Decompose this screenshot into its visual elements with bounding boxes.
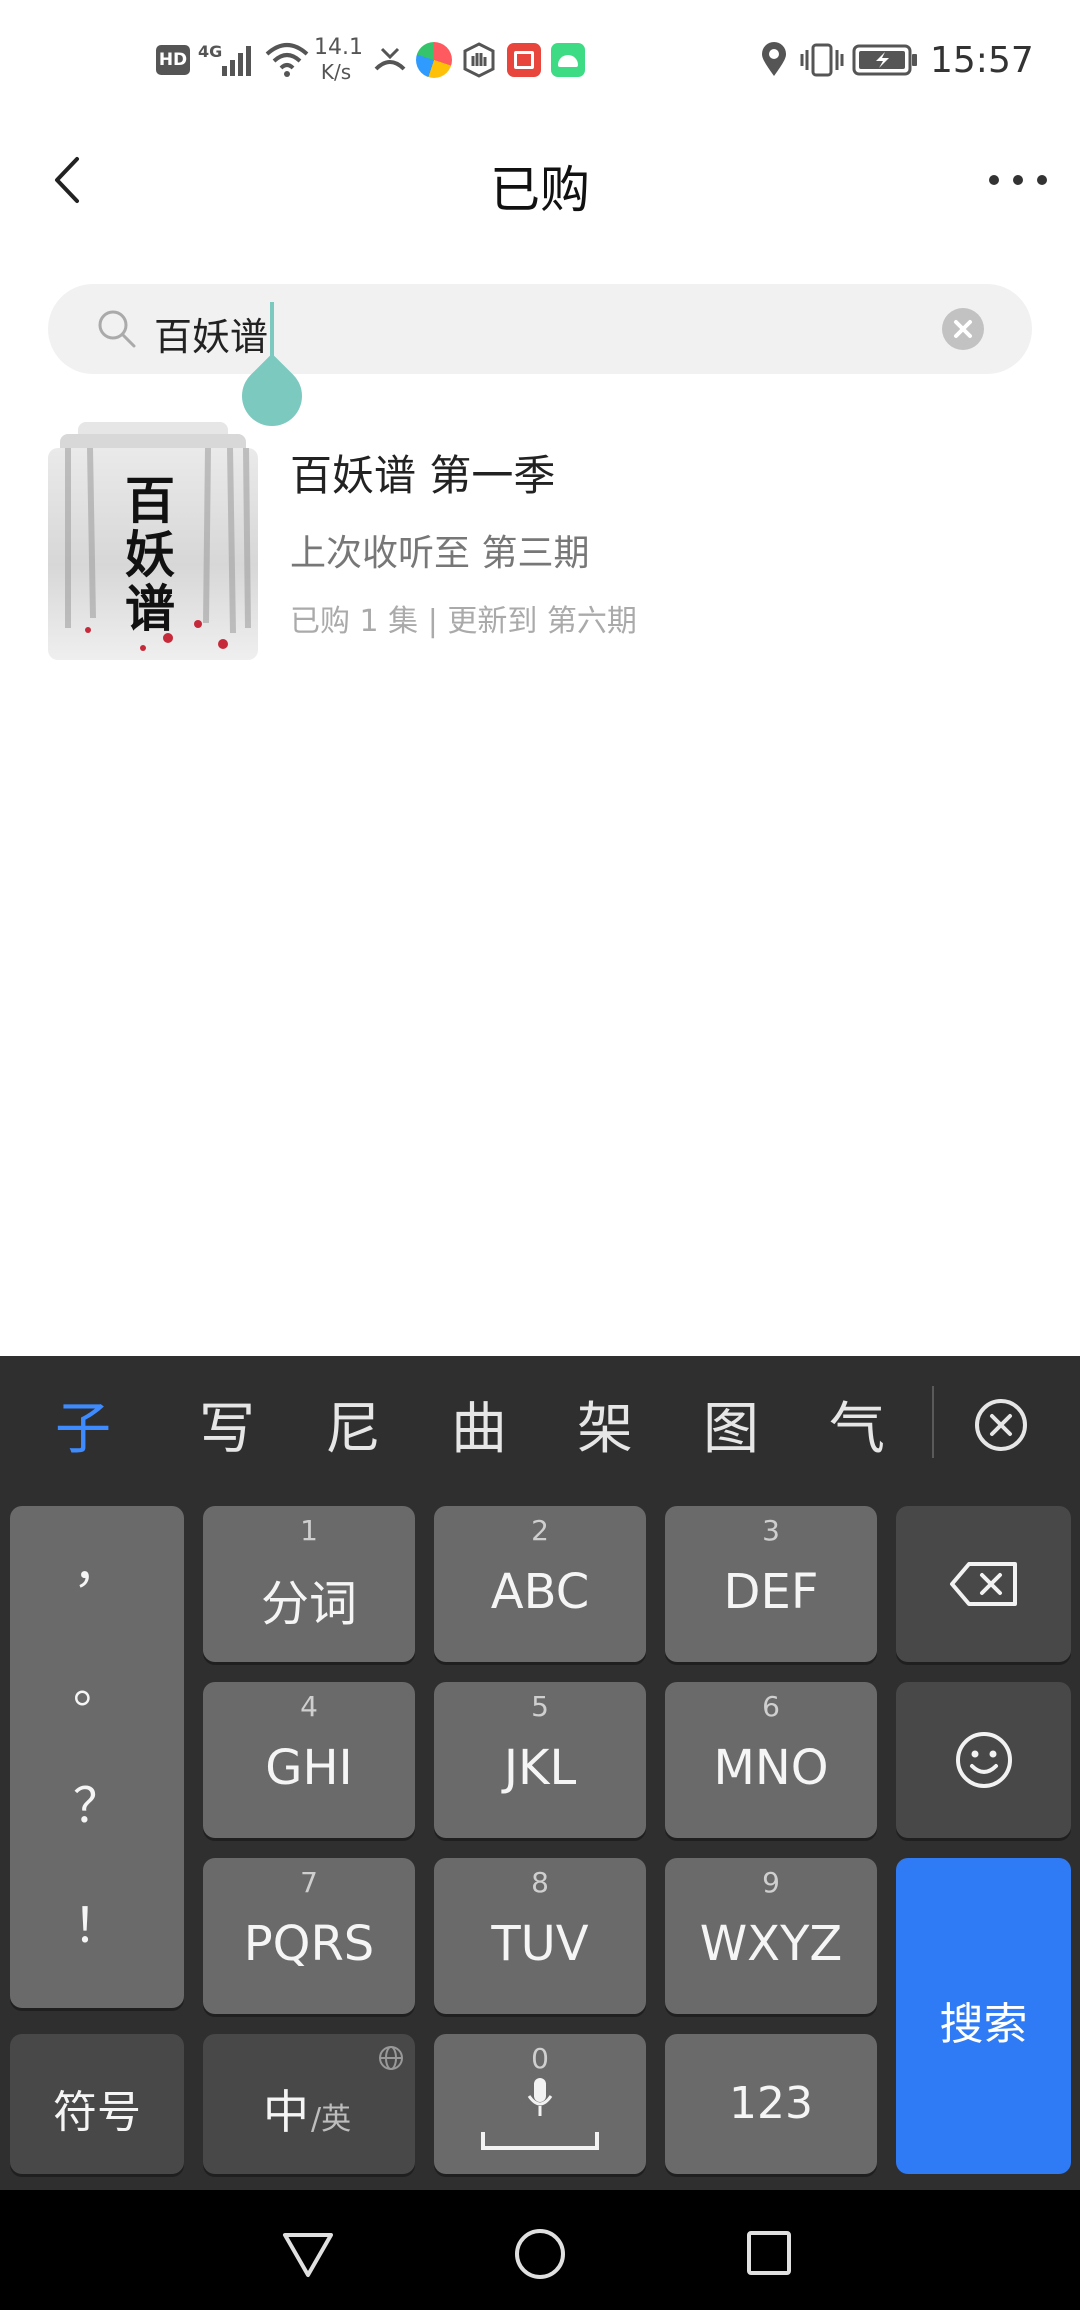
shield-app-icon: [460, 40, 498, 80]
candidate-4[interactable]: 曲: [424, 1384, 534, 1465]
more-button[interactable]: [978, 158, 1058, 202]
location-icon: [758, 40, 790, 80]
home-circle-icon[interactable]: [512, 2226, 568, 2282]
close-candidates-button[interactable]: [972, 1396, 1030, 1454]
hd-icon: HD: [156, 40, 190, 80]
back-triangle-icon[interactable]: [280, 2230, 336, 2280]
key-6[interactable]: 6 MNO: [665, 1682, 877, 1838]
page-title: 已购: [490, 161, 590, 219]
key-2[interactable]: 2 ABC: [434, 1506, 646, 1662]
status-bar: HD 4G 14.1 K/s 15:57: [0, 0, 1080, 120]
candidate-3[interactable]: 尼: [298, 1384, 408, 1465]
backspace-key[interactable]: [896, 1506, 1071, 1662]
candidate-2[interactable]: 写: [172, 1384, 282, 1465]
network-speed: 14.1 K/s: [314, 35, 363, 85]
candidate-divider: [932, 1386, 934, 1458]
ime-keyboard: 子 写 尼 曲 架 图 气 ， 。 ？ ！ 1 分词 2 ABC 3 DEF 4 GHI…: [0, 1356, 1080, 2190]
app-header: 已购: [0, 120, 1080, 240]
key-7[interactable]: 7 PQRS: [203, 1858, 415, 2014]
smiley-icon: [955, 1732, 1012, 1788]
language-toggle-key[interactable]: 中 /英: [203, 2034, 415, 2174]
key-5[interactable]: 5 JKL: [434, 1682, 646, 1838]
wifi-icon: [264, 40, 310, 80]
space-bar-icon: [481, 2132, 599, 2150]
clock: 15:57: [930, 40, 1034, 81]
more-icon: [989, 175, 1047, 185]
android-app-icon: [550, 40, 586, 80]
candidate-7[interactable]: 气: [802, 1384, 912, 1465]
symbol-key[interactable]: 符号: [10, 2034, 184, 2174]
item-title: 百妖谱 第一季: [290, 451, 556, 500]
search-icon: [98, 310, 136, 348]
close-icon: [954, 320, 972, 338]
search-input[interactable]: 百妖谱: [48, 284, 1032, 374]
key-1[interactable]: 1 分词: [203, 1506, 415, 1662]
microphone-icon: [527, 2078, 553, 2116]
missed-call-icon: [372, 40, 408, 80]
candidate-5[interactable]: 架: [550, 1384, 660, 1465]
key-3[interactable]: 3 DEF: [665, 1506, 877, 1662]
numeric-key[interactable]: 123: [665, 2034, 877, 2174]
system-nav-bar: [0, 2190, 1080, 2310]
key-4[interactable]: 4 GHI: [203, 1682, 415, 1838]
battery-icon: [852, 40, 918, 80]
item-meta: 已购 1 集 | 更新到 第六期: [290, 604, 637, 639]
search-text: 百妖谱: [154, 315, 269, 359]
vibrate-icon: [800, 40, 844, 80]
result-item[interactable]: 百妖谱 百妖谱 第一季 上次收听至 第三期 已购 1 集 | 更新到 第六期: [0, 418, 1080, 672]
key-9[interactable]: 9 WXYZ: [665, 1858, 877, 2014]
book-app-icon: [506, 40, 542, 80]
cover-title: 百妖谱: [125, 471, 175, 638]
item-progress: 上次收听至 第三期: [290, 533, 590, 574]
space-key[interactable]: 0: [434, 2034, 646, 2174]
punct-comma[interactable]: ，: [10, 1526, 184, 1596]
candidate-6[interactable]: 图: [676, 1384, 786, 1465]
emoji-key[interactable]: [896, 1682, 1071, 1838]
candidate-1[interactable]: 子: [28, 1384, 138, 1465]
clear-search-button[interactable]: [942, 308, 984, 350]
recents-square-icon[interactable]: [744, 2228, 794, 2278]
punct-question[interactable]: ？: [10, 1766, 184, 1836]
punct-period[interactable]: 。: [10, 1646, 184, 1716]
signal-icon: 4G: [198, 40, 258, 80]
browser-app-icon: [414, 40, 454, 80]
close-circle-icon: [975, 1399, 1027, 1451]
globe-icon: [379, 2046, 403, 2070]
punct-exclaim[interactable]: ！: [10, 1886, 184, 1956]
search-key[interactable]: 搜索: [896, 1858, 1071, 2174]
backspace-icon: [949, 1562, 1017, 1606]
album-cover: 百妖谱: [48, 448, 258, 660]
punctuation-column[interactable]: ， 。 ？ ！: [10, 1506, 184, 2008]
key-8[interactable]: 8 TUV: [434, 1858, 646, 2014]
